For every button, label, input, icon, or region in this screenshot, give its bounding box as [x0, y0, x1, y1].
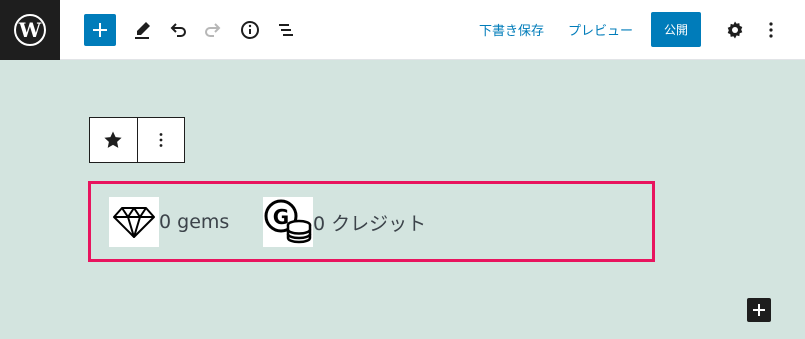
diamond-icon	[109, 197, 159, 247]
svg-text:G: G	[273, 205, 289, 229]
editor-header: W 下書き保存 プレビュー 公開	[0, 0, 805, 60]
edit-tools-button[interactable]	[128, 16, 156, 44]
details-button[interactable]	[236, 16, 264, 44]
more-options-button[interactable]	[757, 16, 785, 44]
preview-button[interactable]: プレビュー	[568, 20, 633, 39]
coin-stack-icon: G	[263, 197, 313, 247]
block-toolbar	[89, 117, 185, 163]
plus-icon	[753, 304, 765, 316]
redo-button[interactable]	[199, 16, 227, 44]
wordpress-logo-icon[interactable]: W	[0, 0, 60, 60]
vertical-ellipsis-icon	[159, 133, 163, 147]
block-options-button[interactable]	[136, 118, 185, 162]
svg-text:W: W	[18, 18, 42, 42]
list-view-button[interactable]	[272, 16, 300, 44]
star-icon	[104, 131, 122, 148]
pencil-icon	[135, 22, 150, 39]
gems-amount: 0 gems	[159, 211, 230, 233]
credits-amount: 0 クレジット	[313, 213, 427, 235]
undo-icon	[170, 23, 186, 37]
gear-icon	[727, 21, 743, 39]
publish-button[interactable]: 公開	[651, 12, 701, 47]
save-draft-button[interactable]: 下書き保存	[479, 20, 544, 39]
redo-icon	[205, 23, 221, 37]
vertical-ellipsis-icon	[769, 22, 773, 38]
undo-button[interactable]	[164, 16, 192, 44]
plus-icon	[93, 23, 107, 37]
block-type-button[interactable]	[90, 118, 137, 162]
info-icon	[241, 21, 259, 39]
block-inserter-button[interactable]	[747, 298, 771, 322]
list-view-icon	[279, 24, 293, 36]
settings-button[interactable]	[721, 16, 749, 44]
add-block-button[interactable]	[84, 14, 116, 46]
